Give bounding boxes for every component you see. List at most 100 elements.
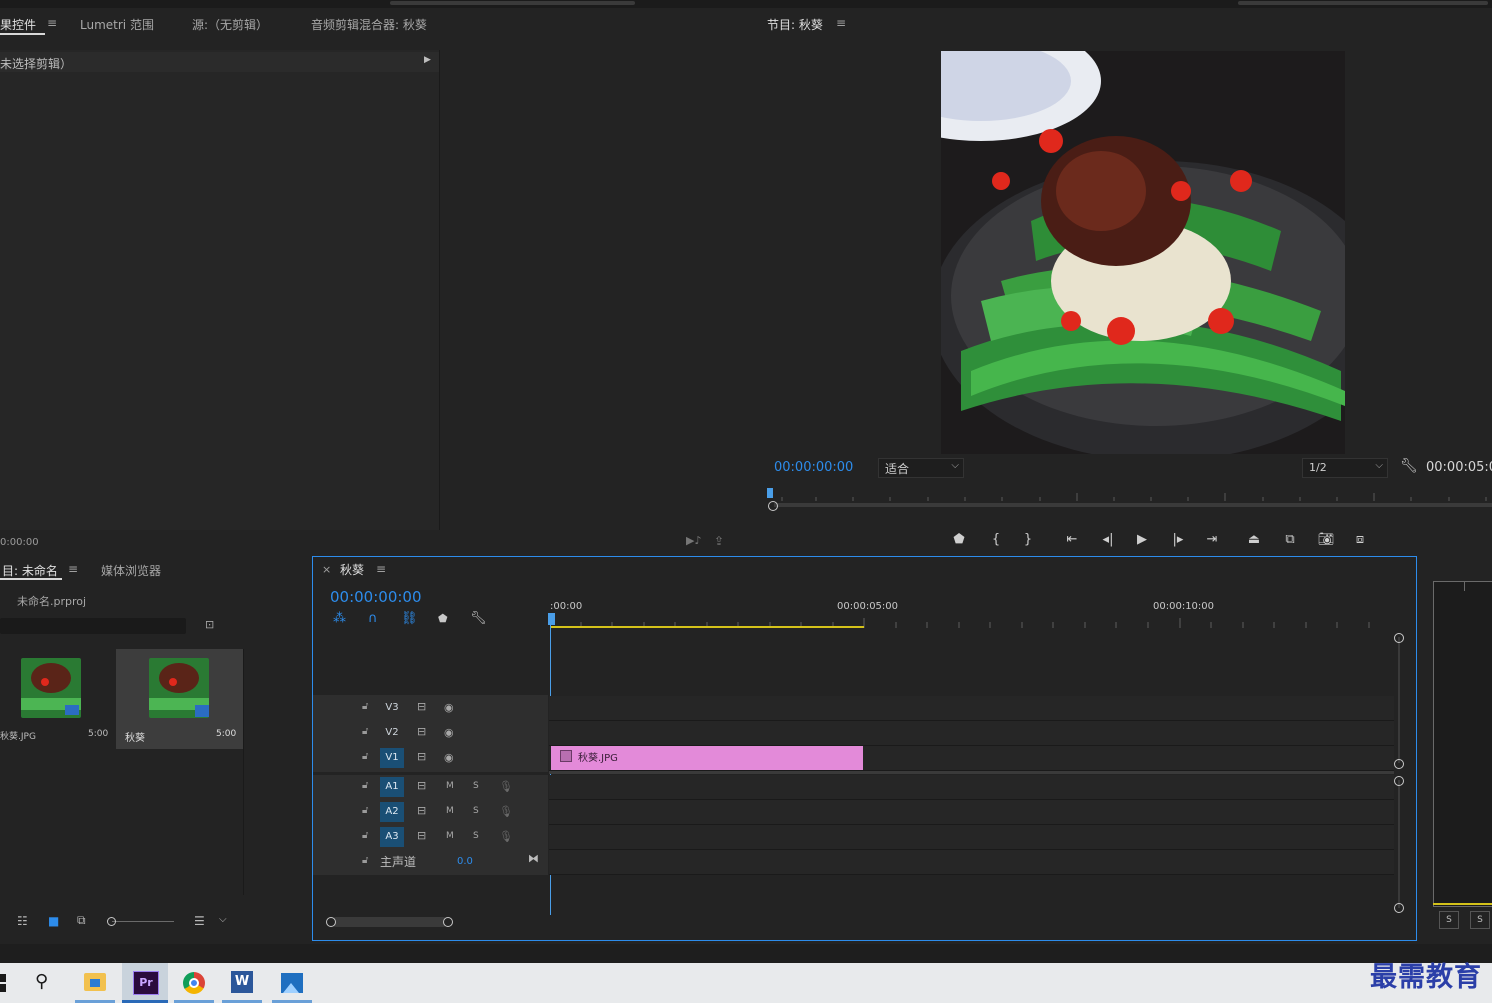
vscroll-handle-top[interactable] — [1394, 776, 1404, 786]
timeline-vscroll-audio[interactable] — [1398, 780, 1400, 908]
timeline-close-icon[interactable]: × — [322, 563, 331, 576]
tab-media-browser[interactable]: 媒体浏览器 — [101, 562, 161, 579]
sort-icon[interactable]: ☰ — [194, 914, 205, 928]
project-menu-icon[interactable]: ≡ — [68, 562, 78, 576]
project-item-jpg[interactable]: 秋葵.JPG 5:00 — [0, 649, 114, 749]
file-explorer-icon[interactable] — [84, 973, 106, 991]
zoom-bar-handle-right[interactable] — [443, 917, 453, 927]
step-forward-icon[interactable]: |▸ — [1168, 532, 1188, 547]
program-monitor-title[interactable]: 节目: 秋葵 — [767, 16, 823, 33]
sync-lock-icon[interactable]: ⊟ — [417, 750, 426, 763]
zoom-handle[interactable] — [768, 501, 778, 511]
sync-lock-icon[interactable]: ⊟ — [417, 700, 426, 713]
program-timecode[interactable]: 00:00:00:00 — [774, 460, 853, 475]
lock-icon[interactable]: 🔓︎ — [362, 830, 368, 841]
resolution-dropdown[interactable]: 1/2 ⌵ — [1302, 458, 1388, 478]
solo-button[interactable]: S — [473, 806, 479, 816]
timeline-clip[interactable]: 秋葵.JPG — [551, 746, 863, 770]
snap-magnet-icon[interactable]: ∩ — [368, 611, 378, 626]
timeline-sequence-title[interactable]: 秋葵 — [340, 561, 364, 578]
effect-controls-timecode[interactable]: 0:00:00 — [0, 537, 39, 548]
expand-arrow-icon[interactable]: ▶ — [424, 55, 431, 65]
track-row-master[interactable] — [549, 850, 1394, 875]
project-item-sequence[interactable]: 秋葵 5:00 — [116, 649, 243, 749]
tab-lumetri-scopes[interactable]: Lumetri 范围 — [80, 16, 154, 33]
program-ruler[interactable] — [768, 486, 1492, 501]
mark-out-icon[interactable]: } — [1018, 532, 1038, 547]
windows-start-icon[interactable] — [0, 974, 7, 992]
extract-icon[interactable]: ⧉ — [1280, 532, 1300, 547]
program-zoom-bar[interactable] — [774, 503, 1492, 507]
mute-button[interactable]: M — [446, 781, 454, 791]
zoom-slider-handle[interactable] — [107, 917, 116, 926]
solo-left-button[interactable]: S — [1439, 911, 1459, 929]
photos-icon[interactable] — [281, 973, 303, 993]
list-view-icon[interactable]: ☷ — [17, 914, 28, 928]
play-icon[interactable]: ▶ — [1132, 532, 1152, 547]
track-row-a3[interactable] — [549, 825, 1394, 850]
settings-wrench-icon[interactable]: 🔧︎ — [1400, 458, 1418, 474]
master-volume-value[interactable]: 0.0 — [457, 856, 473, 867]
go-to-out-icon[interactable]: ⇥ — [1202, 532, 1222, 547]
track-target-a1[interactable]: A1 — [380, 777, 404, 797]
program-monitor-menu-icon[interactable]: ≡ — [836, 16, 846, 30]
track-target-a3[interactable]: A3 — [380, 827, 404, 847]
mark-in-icon[interactable]: { — [986, 532, 1006, 547]
tab-audio-clip-mixer[interactable]: 音频剪辑混合器: 秋葵 — [311, 16, 427, 33]
work-area-bar[interactable] — [551, 626, 864, 628]
track-row-a1[interactable] — [549, 775, 1394, 800]
microphone-icon[interactable]: 🎙︎ — [499, 805, 513, 818]
sync-lock-icon[interactable]: ⊟ — [417, 725, 426, 738]
eye-icon[interactable]: ◉ — [444, 726, 454, 739]
sync-lock-icon[interactable]: ⊟ — [417, 779, 426, 792]
lock-icon[interactable]: 🔓︎ — [362, 805, 368, 816]
lock-icon[interactable]: 🔓︎ — [362, 780, 368, 791]
zoom-bar-handle-left[interactable] — [326, 917, 336, 927]
eye-icon[interactable]: ◉ — [444, 701, 454, 714]
track-target-v1[interactable]: V1 — [380, 748, 404, 768]
tab-effect-controls[interactable]: 果控件 — [0, 16, 36, 33]
track-target-a2[interactable]: A2 — [380, 802, 404, 822]
search-icon[interactable]: ⚲ — [35, 971, 48, 992]
lock-icon[interactable]: 🔓︎ — [362, 701, 368, 712]
new-bin-icon[interactable]: ⊡ — [205, 618, 214, 631]
icon-view-icon[interactable]: ■ — [48, 914, 59, 928]
export-frame-camera-icon[interactable]: 📷︎ — [1316, 532, 1336, 547]
vscroll-handle-top[interactable] — [1394, 633, 1404, 643]
nest-icon[interactable]: ⁂ — [333, 611, 346, 626]
effect-controls-menu-icon[interactable]: ≡ — [47, 16, 57, 30]
mute-button[interactable]: M — [446, 806, 454, 816]
eye-icon[interactable]: ◉ — [444, 751, 454, 764]
tab-project[interactable]: 目: 未命名 — [2, 562, 58, 579]
vscroll-handle-bottom[interactable] — [1394, 903, 1404, 913]
comparison-view-icon[interactable]: ⧈ — [1350, 532, 1370, 547]
top-scrollbar-right[interactable] — [1238, 1, 1488, 5]
timeline-vscroll-video[interactable] — [1398, 637, 1400, 763]
mute-button[interactable]: M — [446, 831, 454, 841]
lock-icon[interactable]: 🔓︎ — [362, 855, 368, 866]
go-to-edges-icon[interactable]: ⧓ — [528, 852, 539, 865]
lock-icon[interactable]: 🔓︎ — [362, 726, 368, 737]
track-row-a2[interactable] — [549, 800, 1394, 825]
freeform-view-icon[interactable]: ⧉ — [77, 913, 86, 928]
program-playhead[interactable] — [767, 488, 773, 498]
timeline-playhead[interactable] — [548, 613, 555, 625]
chrome-icon[interactable] — [183, 972, 205, 994]
timeline-zoom-bar[interactable] — [331, 917, 448, 927]
top-scrollbar[interactable] — [390, 1, 635, 5]
track-row-v2[interactable] — [549, 721, 1394, 746]
microphone-icon[interactable]: 🎙︎ — [499, 780, 513, 793]
linked-selection-icon[interactable]: ⛓ — [401, 611, 418, 626]
word-icon[interactable]: W — [231, 971, 253, 993]
lock-icon[interactable]: 🔓︎ — [362, 751, 368, 762]
solo-right-button[interactable]: S — [1470, 911, 1490, 929]
fit-dropdown[interactable]: 适合 ⌵ — [878, 458, 964, 478]
vscroll-handle-bottom[interactable] — [1394, 759, 1404, 769]
track-row-v3[interactable] — [549, 696, 1394, 721]
tab-source[interactable]: 源:（无剪辑） — [192, 16, 268, 33]
chevron-down-icon[interactable]: ⌵ — [219, 914, 227, 925]
timeline-menu-icon[interactable]: ≡ — [376, 562, 386, 576]
track-target-v2[interactable]: V2 — [380, 723, 404, 743]
export-frame-icon[interactable]: ⇪ — [714, 534, 724, 548]
timeline-settings-wrench-icon[interactable]: 🔧︎ — [470, 611, 487, 626]
